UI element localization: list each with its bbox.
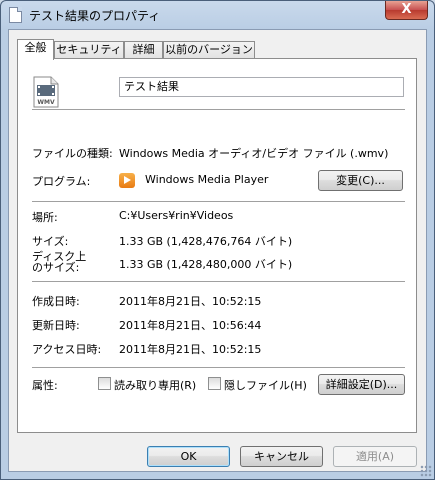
wmv-file-icon: WMV <box>33 76 59 108</box>
tab-previous-versions[interactable]: 以前のバージョン <box>163 41 255 59</box>
attributes-label: 属性: <box>32 379 58 392</box>
size-label: サイズ: <box>32 235 69 248</box>
ok-button[interactable]: OK <box>147 446 230 467</box>
media-player-icon <box>119 173 135 188</box>
window-title: テスト結果のプロパティ <box>29 9 161 23</box>
file-name-input[interactable]: テスト結果 <box>119 77 404 97</box>
accessed-label: アクセス日時: <box>32 343 102 356</box>
resize-grip[interactable] <box>420 465 432 477</box>
title-bar[interactable]: テスト結果のプロパティ X <box>1 1 434 29</box>
separator <box>32 109 405 110</box>
wmv-icon-text: WMV <box>37 99 55 106</box>
close-button[interactable]: X <box>385 1 428 20</box>
accessed-value: 2011年8月21日、10:52:15 <box>119 343 262 356</box>
general-panel: WMV テスト結果 ファイルの種類: Windows Media オーディオ/ビ… <box>17 58 417 433</box>
disk-size-value: 1.33 GB (1,428,480,000 バイト) <box>119 258 293 271</box>
cancel-button[interactable]: キャンセル <box>240 446 323 467</box>
created-label: 作成日時: <box>32 295 80 308</box>
location-label: 場所: <box>32 211 58 224</box>
program-label: プログラム: <box>32 175 91 188</box>
modified-label: 更新日時: <box>32 319 80 332</box>
separator <box>32 201 405 202</box>
size-value: 1.33 GB (1,428,476,764 バイト) <box>119 235 293 248</box>
disk-size-label-line2: のサイズ: <box>32 261 80 274</box>
close-icon: X <box>401 2 412 17</box>
properties-window: テスト結果のプロパティ X 全般 セキュリティ 詳細 以前のバージョン WMV … <box>0 0 435 480</box>
document-icon <box>9 7 22 23</box>
modified-value: 2011年8月21日、10:56:44 <box>119 319 262 332</box>
file-type-label: ファイルの種類: <box>32 147 113 160</box>
separator <box>32 367 405 368</box>
readonly-checkbox[interactable] <box>98 377 111 390</box>
hidden-checkbox[interactable] <box>208 377 221 390</box>
advanced-attributes-button[interactable]: 詳細設定(D)... <box>318 374 405 395</box>
tab-security[interactable]: セキュリティ <box>54 41 124 59</box>
apply-button[interactable]: 適用(A) <box>333 446 417 467</box>
tab-details[interactable]: 詳細 <box>124 41 163 59</box>
readonly-label[interactable]: 読み取り専用(R) <box>114 377 196 393</box>
change-program-button[interactable]: 変更(C)... <box>318 170 403 191</box>
location-value: C:¥Users¥rin¥Videos <box>119 209 234 222</box>
hidden-label[interactable]: 隠しファイル(H) <box>224 377 307 393</box>
tab-general[interactable]: 全般 <box>17 39 54 60</box>
disk-size-label: ディスク上 のサイズ: <box>32 251 86 273</box>
separator <box>32 281 405 282</box>
program-value: Windows Media Player <box>145 173 269 186</box>
file-type-value: Windows Media オーディオ/ビデオ ファイル (.wmv) <box>119 147 389 160</box>
created-value: 2011年8月21日、10:52:15 <box>119 295 262 308</box>
dialog-content: 全般 セキュリティ 詳細 以前のバージョン WMV テスト結果 ファイルの種類:… <box>8 29 427 472</box>
